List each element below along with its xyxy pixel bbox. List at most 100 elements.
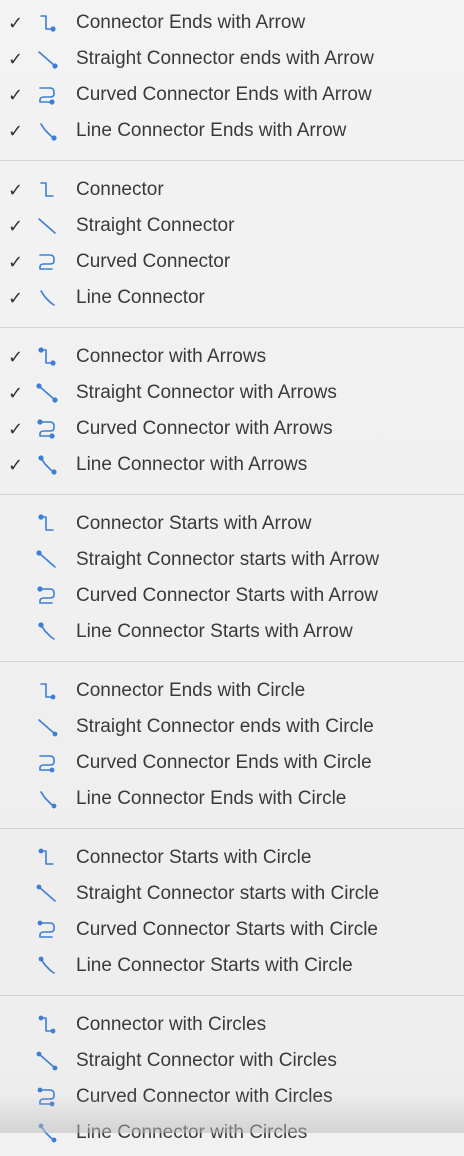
menu-item-label: Connector Starts with Arrow bbox=[76, 513, 312, 534]
menu-item[interactable]: Connector Starts with Circle bbox=[0, 840, 464, 876]
menu-item[interactable]: Connector Starts with Arrow bbox=[0, 506, 464, 542]
menu-item-label: Connector Ends with Circle bbox=[76, 680, 306, 701]
menu-item-label: Curved Connector Starts with Arrow bbox=[76, 585, 379, 606]
menu-item[interactable]: Line Connector Starts with Circle bbox=[0, 948, 464, 984]
line-connector-start-arrow-icon bbox=[34, 619, 60, 645]
elbow-connector-start-arrow-icon bbox=[34, 511, 60, 537]
menu-item[interactable]: Curved Connector Starts with Arrow bbox=[0, 578, 464, 614]
checkmark-icon bbox=[8, 586, 24, 606]
menu-item[interactable]: Connector Ends with Circle bbox=[0, 673, 464, 709]
straight-connector-circles-icon bbox=[34, 1048, 60, 1074]
menu-item[interactable]: ✓ Connector with Arrows bbox=[0, 339, 464, 375]
checkmark-icon bbox=[8, 1087, 24, 1107]
line-connector-end-circle-icon bbox=[34, 786, 60, 812]
menu-item[interactable]: Straight Connector with Circles bbox=[0, 1043, 464, 1079]
menu-item[interactable]: ✓ Curved Connector with Arrows bbox=[0, 411, 464, 447]
menu-item[interactable]: Curved Connector Ends with Circle bbox=[0, 745, 464, 781]
menu-item[interactable]: ✓ Line Connector Ends with Arrow bbox=[0, 113, 464, 149]
checkmark-icon bbox=[8, 789, 24, 809]
checkmark-icon bbox=[8, 514, 24, 534]
straight-connector-start-arrow-icon bbox=[34, 547, 60, 573]
checkmark-icon bbox=[8, 753, 24, 773]
checkmark-icon bbox=[8, 848, 24, 868]
menu-item[interactable]: ✓ Line Connector with Arrows bbox=[0, 447, 464, 483]
menu-item[interactable]: Straight Connector starts with Arrow bbox=[0, 542, 464, 578]
checkmark-icon: ✓ bbox=[8, 13, 24, 33]
menu-group: Connector Starts with Circle Straight Con… bbox=[0, 835, 464, 989]
menu-item-label: Straight Connector starts with Circle bbox=[76, 883, 380, 904]
menu-item-label: Straight Connector starts with Arrow bbox=[76, 549, 380, 570]
line-connector-arrows-icon bbox=[34, 452, 60, 478]
menu-item-label: Line Connector Ends with Arrow bbox=[76, 120, 347, 141]
curved-connector-circles-icon bbox=[34, 1084, 60, 1110]
menu-separator bbox=[0, 160, 464, 161]
menu-item-label: Connector bbox=[76, 179, 164, 200]
checkmark-icon: ✓ bbox=[8, 419, 24, 439]
menu-item-label: Curved Connector with Circles bbox=[76, 1086, 333, 1107]
checkmark-icon: ✓ bbox=[8, 288, 24, 308]
curved-connector-icon bbox=[34, 249, 60, 275]
checkmark-icon: ✓ bbox=[8, 121, 24, 141]
menu-item[interactable]: Line Connector Ends with Circle bbox=[0, 781, 464, 817]
menu-item-label: Curved Connector Ends with Arrow bbox=[76, 84, 372, 105]
menu-item-label: Line Connector Starts with Arrow bbox=[76, 621, 353, 642]
line-connector-circles-icon bbox=[34, 1120, 60, 1146]
menu-item[interactable]: Line Connector with Circles bbox=[0, 1115, 464, 1151]
menu-item-label: Straight Connector with Arrows bbox=[76, 382, 337, 403]
menu-item-label: Curved Connector Ends with Circle bbox=[76, 752, 372, 773]
menu-item-label: Curved Connector Starts with Circle bbox=[76, 919, 378, 940]
line-connector-icon bbox=[34, 285, 60, 311]
menu-item-label: Curved Connector bbox=[76, 251, 231, 272]
menu-item-label: Straight Connector bbox=[76, 215, 235, 236]
straight-connector-arrows-icon bbox=[34, 380, 60, 406]
menu-item[interactable]: ✓ Curved Connector Ends with Arrow bbox=[0, 77, 464, 113]
checkmark-icon: ✓ bbox=[8, 85, 24, 105]
checkmark-icon: ✓ bbox=[8, 455, 24, 475]
menu-item[interactable]: ✓ Straight Connector ends with Arrow bbox=[0, 41, 464, 77]
menu-item-label: Line Connector Ends with Circle bbox=[76, 788, 347, 809]
checkmark-icon: ✓ bbox=[8, 180, 24, 200]
menu-group: ✓ Connector with Arrows ✓ Straight Connecto… bbox=[0, 334, 464, 488]
menu-item[interactable]: Straight Connector ends with Circle bbox=[0, 709, 464, 745]
menu-separator bbox=[0, 661, 464, 662]
elbow-connector-icon bbox=[34, 177, 60, 203]
checkmark-icon bbox=[8, 622, 24, 642]
checkmark-icon: ✓ bbox=[8, 216, 24, 236]
line-connector-start-circle-icon bbox=[34, 953, 60, 979]
menu-separator bbox=[0, 494, 464, 495]
checkmark-icon: ✓ bbox=[8, 49, 24, 69]
checkmark-icon bbox=[8, 550, 24, 570]
menu-item[interactable]: ✓ Line Connector bbox=[0, 280, 464, 316]
menu-item[interactable]: Straight Connector starts with Circle bbox=[0, 876, 464, 912]
menu-item-label: Connector Starts with Circle bbox=[76, 847, 312, 868]
checkmark-icon bbox=[8, 920, 24, 940]
menu-item[interactable]: ✓ Straight Connector bbox=[0, 208, 464, 244]
menu-item-label: Line Connector Starts with Circle bbox=[76, 955, 353, 976]
menu-item[interactable]: ✓ Connector Ends with Arrow bbox=[0, 5, 464, 41]
menu-item-label: Line Connector with Circles bbox=[76, 1122, 308, 1143]
checkmark-icon bbox=[8, 1123, 24, 1143]
elbow-connector-end-arrow-icon bbox=[34, 10, 60, 36]
menu-item[interactable]: Curved Connector with Circles bbox=[0, 1079, 464, 1115]
menu-item[interactable]: ✓ Straight Connector with Arrows bbox=[0, 375, 464, 411]
menu-item[interactable]: Curved Connector Starts with Circle bbox=[0, 912, 464, 948]
menu-group: ✓ Connector ✓ Straight Connector ✓ Curved Con… bbox=[0, 167, 464, 321]
menu-item[interactable]: ✓ Curved Connector bbox=[0, 244, 464, 280]
menu-item-label: Straight Connector ends with Arrow bbox=[76, 48, 374, 69]
checkmark-icon bbox=[8, 717, 24, 737]
menu-separator bbox=[0, 327, 464, 328]
checkmark-icon bbox=[8, 1051, 24, 1071]
menu-item-label: Line Connector with Arrows bbox=[76, 454, 308, 475]
menu-separator bbox=[0, 995, 464, 996]
straight-connector-icon bbox=[34, 213, 60, 239]
menu-item[interactable]: ✓ Connector bbox=[0, 172, 464, 208]
menu-item[interactable]: Connector with Circles bbox=[0, 1007, 464, 1043]
menu-item[interactable]: Line Connector Starts with Arrow bbox=[0, 614, 464, 650]
menu-group: Connector Starts with Arrow Straight Conn… bbox=[0, 501, 464, 655]
checkmark-icon: ✓ bbox=[8, 383, 24, 403]
curved-connector-start-arrow-icon bbox=[34, 583, 60, 609]
curved-connector-end-circle-icon bbox=[34, 750, 60, 776]
line-connector-end-arrow-icon bbox=[34, 118, 60, 144]
menu-item-label: Connector with Arrows bbox=[76, 346, 267, 367]
connector-style-menu: ✓ Connector Ends with Arrow ✓ Straight Conn… bbox=[0, 0, 464, 1143]
